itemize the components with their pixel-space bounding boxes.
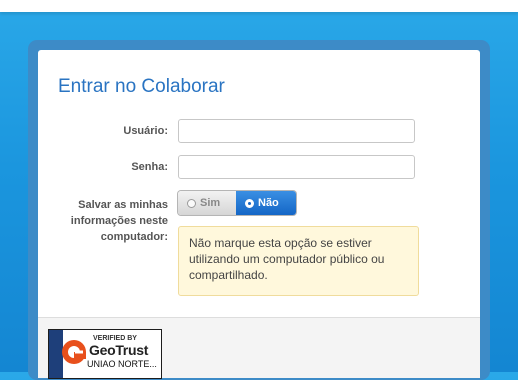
remember-yes-option[interactable]: Sim	[178, 191, 236, 215]
login-panel: Entrar no Colaborar Usuário: Senha: Salv…	[38, 50, 480, 317]
remember-label: Salvar as minhas informações neste compu…	[70, 199, 168, 243]
geotrust-logo-icon	[62, 340, 86, 364]
remember-yes-label: Sim	[200, 197, 221, 209]
username-field[interactable]	[178, 119, 415, 143]
remember-no-label: Não	[258, 197, 279, 209]
radio-on-icon	[245, 198, 254, 208]
page-title: Entrar no Colaborar	[58, 76, 225, 97]
remember-toggle: Sim Não	[178, 191, 296, 215]
warning-note: Não marque esta opção se estiver utiliza…	[178, 226, 419, 296]
password-field[interactable]	[178, 155, 415, 179]
remember-no-option[interactable]: Não	[236, 191, 296, 215]
badge-owner: UNIAO NORTE...	[87, 359, 157, 369]
badge-brand: GeoTrust	[89, 342, 149, 358]
badge-verified-text: VERIFIED BY	[93, 335, 137, 342]
password-label: Senha:	[131, 161, 168, 173]
top-bar	[0, 0, 518, 12]
username-label: Usuário:	[123, 125, 168, 137]
radio-off-icon	[187, 198, 196, 208]
